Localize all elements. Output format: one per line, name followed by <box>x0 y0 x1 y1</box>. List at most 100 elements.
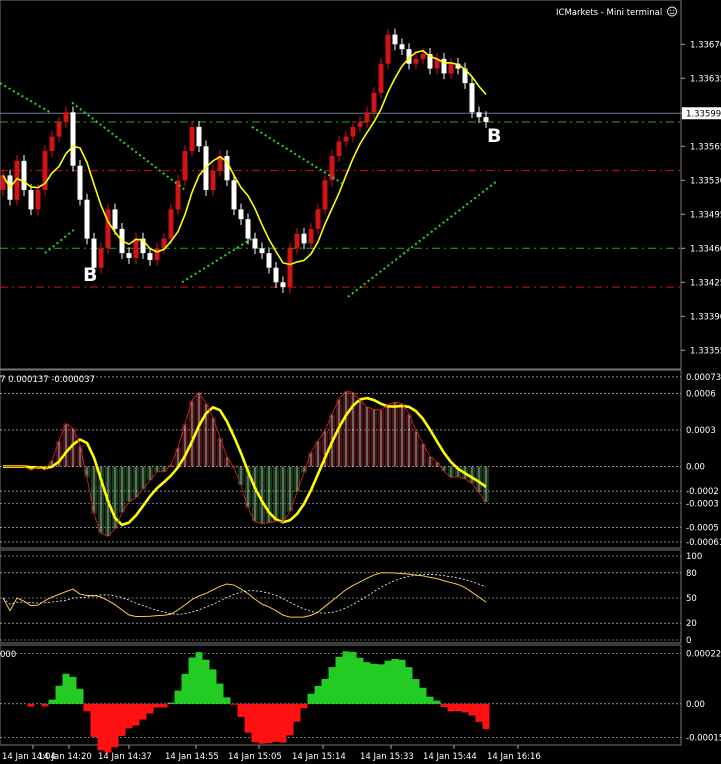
candle-body <box>350 126 356 137</box>
candle-body <box>154 248 160 260</box>
trend-dotted-line <box>347 179 499 298</box>
main-panel-frame <box>0 0 682 370</box>
histogram-bar <box>69 676 77 704</box>
histogram-bar <box>286 703 294 736</box>
trend-dotted-line <box>181 237 253 284</box>
histogram-panel[interactable] <box>0 651 681 753</box>
candle-body <box>98 248 104 268</box>
candle-body <box>378 63 384 93</box>
candle-body <box>343 136 349 142</box>
histogram-bar <box>391 658 399 704</box>
time-tick-label: 14 Jan 15:05 <box>228 752 282 762</box>
candle-body <box>364 112 370 122</box>
stoch-tick-label: 80 <box>686 569 697 579</box>
hist-tick-label: -0.00015 <box>686 734 721 744</box>
macd-tick-label: 0.0006 <box>686 389 716 399</box>
candle-body <box>77 165 83 200</box>
histogram-bar <box>27 703 35 707</box>
candle-body <box>294 233 300 249</box>
candle-body <box>105 209 111 249</box>
histogram-bar <box>237 703 245 717</box>
buy-signal-label: B <box>487 125 501 147</box>
histogram-bar <box>223 697 231 704</box>
histogram-bar <box>153 703 161 708</box>
histogram-bar <box>412 679 420 704</box>
candle-body <box>280 282 286 288</box>
histogram-bar <box>370 663 378 704</box>
buy-signal-label: B <box>83 264 97 286</box>
time-tick-label: 14 Jan 14:55 <box>165 752 219 762</box>
candle-body <box>56 122 62 137</box>
macd-tick-label: -0.0002 <box>686 487 719 497</box>
histogram-bar <box>202 659 210 704</box>
candle-body <box>287 248 293 288</box>
stoch-tick-label: 50 <box>686 594 697 604</box>
histogram-bar <box>97 703 105 751</box>
macd-tick-label: -0.0003 <box>686 499 719 509</box>
price-panel[interactable] <box>0 28 681 298</box>
candle-body <box>315 209 321 229</box>
histogram-bar <box>300 703 308 709</box>
histogram-bar <box>48 699 56 704</box>
histogram-bar <box>384 660 392 704</box>
histogram-bar <box>293 703 301 722</box>
price-tick-label: 1.33495 <box>690 210 721 220</box>
candle-body <box>392 34 398 45</box>
candle-body <box>476 112 482 118</box>
candle-body <box>483 117 489 122</box>
candle-body <box>357 122 363 127</box>
histogram-bar <box>174 690 182 704</box>
current-price-label: 1.33599 <box>686 109 721 119</box>
histogram-bar <box>335 656 343 704</box>
price-tick-label: 1.33670 <box>690 40 721 50</box>
time-tick-label: 14 Jan 14:37 <box>98 752 152 762</box>
histogram-bar <box>188 657 196 704</box>
macd-panel[interactable] <box>0 376 681 543</box>
hist-header: 000 <box>0 650 16 660</box>
stoch-d-line <box>2 574 487 615</box>
price-tick-label: 1.33565 <box>690 142 721 152</box>
candle-body <box>63 112 69 122</box>
histogram-bar <box>209 669 217 704</box>
candle-body <box>329 156 335 181</box>
macd-tick-label: -0.000617 <box>686 538 721 548</box>
histogram-bar <box>433 700 441 704</box>
candle-body <box>469 83 475 113</box>
histogram-bar <box>258 703 266 744</box>
histogram-bar <box>139 703 147 720</box>
candle-body <box>126 253 132 258</box>
trend-dotted-line <box>44 228 76 254</box>
histogram-bar <box>118 703 126 736</box>
histogram-bar <box>307 693 315 704</box>
stoch-k-line <box>2 572 487 618</box>
time-tick-label: 14 Jan 15:44 <box>423 752 477 762</box>
candle-body <box>84 199 90 239</box>
histogram-bar <box>328 667 336 704</box>
price-tick-label: 1.33460 <box>690 244 721 254</box>
histogram-bar <box>356 657 364 704</box>
histogram-bar <box>167 702 175 704</box>
time-tick-label: 14 Jan 16:16 <box>487 752 541 762</box>
candle-body <box>336 141 342 156</box>
candle-body <box>49 136 55 152</box>
histogram-bar <box>146 703 154 714</box>
time-tick-label: 14 Jan 15:14 <box>292 752 346 762</box>
time-tick-label: 14 Jan 14:20 <box>38 752 92 762</box>
histogram-bar <box>426 696 434 704</box>
histogram-bar <box>279 703 287 743</box>
price-tick-label: 1.33530 <box>690 176 721 186</box>
histogram-bar <box>363 662 371 704</box>
trading-chart[interactable]: 1.33670 1.33635 1.33599 1.33565 1.33530 1.334… <box>0 0 721 764</box>
smiley-icon <box>667 6 677 17</box>
trend-dotted-line <box>0 82 51 114</box>
candle-body <box>245 219 251 239</box>
macd-header: 7 0.000137 -0.000037 <box>0 375 95 385</box>
candle-body <box>231 180 237 210</box>
histogram-bar <box>41 703 49 707</box>
axes: 1.33670 1.33635 1.33599 1.33565 1.33530 1.334… <box>2 40 721 762</box>
stoch-tick-label: 20 <box>686 619 697 629</box>
candle-body <box>210 170 216 190</box>
histogram-bar <box>55 685 63 704</box>
window-title: ICMarkets - Mini terminal <box>556 8 662 18</box>
stochastic-panel[interactable] <box>0 555 681 641</box>
